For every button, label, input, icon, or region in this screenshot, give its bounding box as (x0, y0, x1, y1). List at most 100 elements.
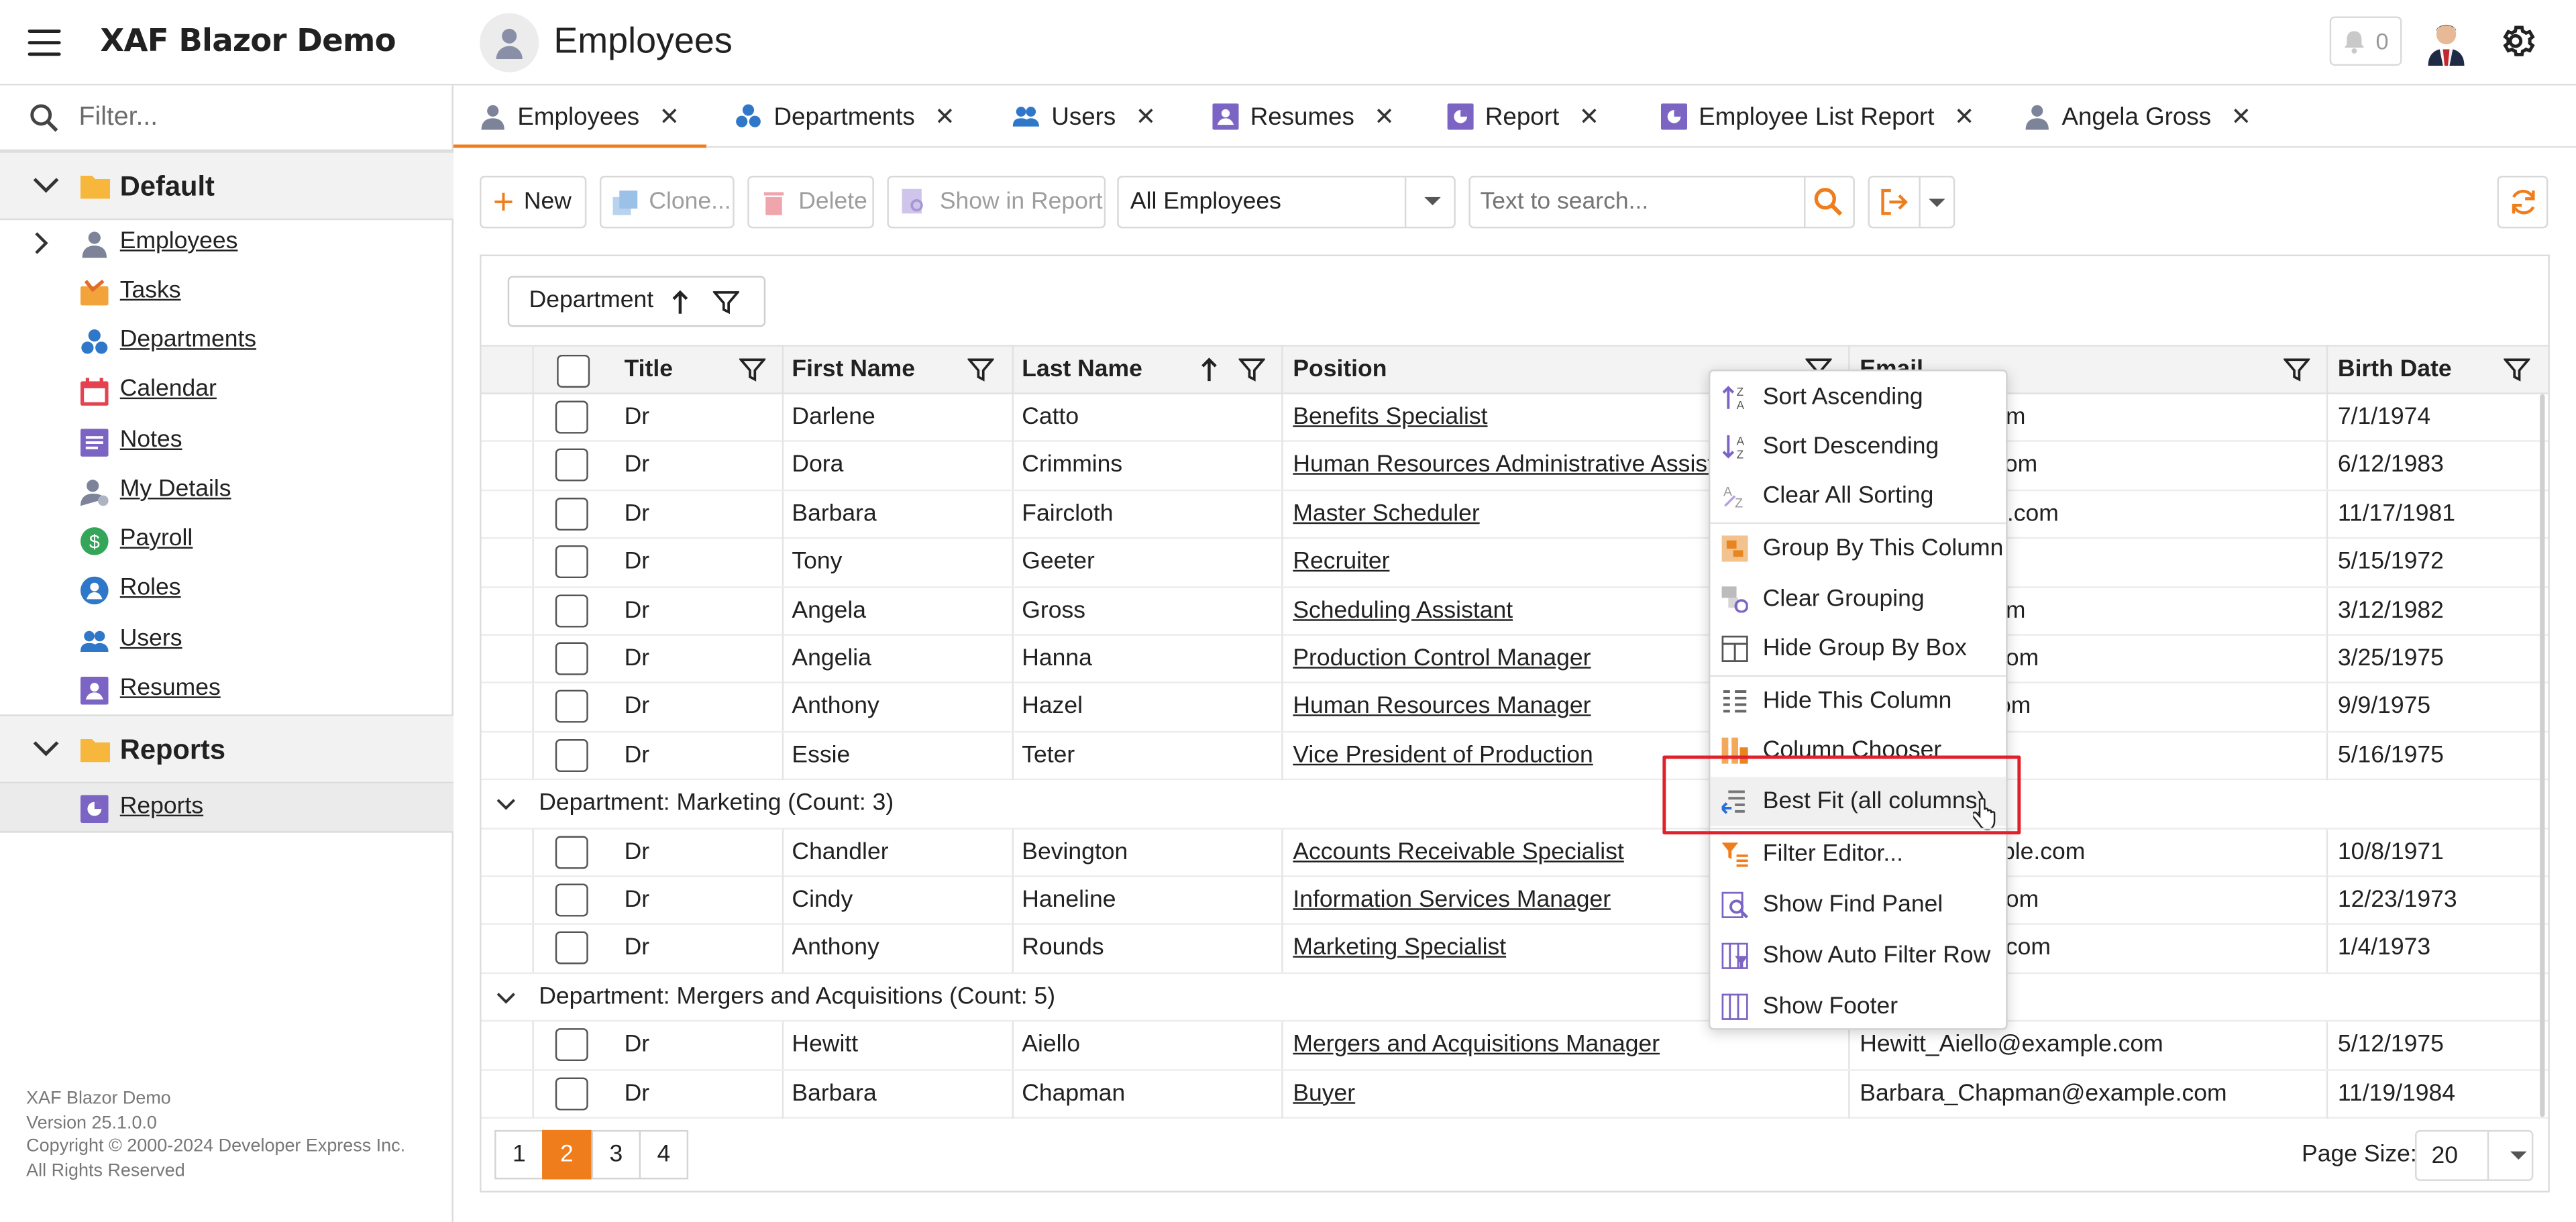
menu-item-filter-editor[interactable]: Filter Editor... (1710, 830, 2006, 879)
page-2-button[interactable]: 2 (542, 1129, 592, 1180)
row-checkbox[interactable] (555, 594, 588, 627)
filter-icon[interactable] (2504, 356, 2530, 382)
menu-item-group-by-this-column[interactable]: Group By This Column (1710, 524, 2006, 573)
close-icon[interactable]: ✕ (1954, 102, 1975, 131)
table-row[interactable]: Dr Barbara Chapman Buyer Barbara_Chapman@exa… (481, 1070, 2548, 1119)
menu-item-show-auto-filter-row[interactable]: Show Auto Filter Row (1710, 932, 2006, 981)
search-icon[interactable] (1814, 187, 1843, 217)
refresh-button[interactable] (2497, 176, 2548, 229)
table-row[interactable]: DrAnthonyHazelHuman Resources Managerl@e… (481, 683, 2548, 732)
nav-group-reports[interactable]: Reports (0, 714, 453, 784)
hamburger-menu-icon[interactable] (28, 30, 61, 56)
delete-button[interactable]: Delete (747, 176, 874, 229)
column-header-last-name[interactable]: Last Name (1022, 345, 1281, 394)
grid-scrollbar[interactable] (2540, 394, 2545, 1117)
table-row[interactable]: Dr Essie Teter Vice President of Production… (481, 732, 2548, 781)
tab-resumes[interactable]: Resumes ✕ (1212, 85, 1395, 148)
position-link[interactable]: Recruiter (1293, 549, 1389, 575)
select-all-checkbox[interactable] (557, 354, 590, 388)
nav-item-notes[interactable]: Notes (0, 417, 453, 466)
page-size-select[interactable]: 20 (2415, 1129, 2534, 1181)
row-checkbox[interactable] (555, 400, 588, 434)
nav-item-roles[interactable]: Roles (0, 565, 453, 614)
row-checkbox[interactable] (555, 545, 588, 579)
page-4-button[interactable]: 4 (639, 1129, 689, 1180)
nav-item-reports[interactable]: Reports (0, 783, 453, 833)
notifications-button[interactable]: 0 (2329, 16, 2402, 66)
nav-item-users[interactable]: Users (0, 616, 453, 665)
filter-icon[interactable] (2284, 356, 2310, 382)
table-row[interactable]: DrAngelaGrossScheduling Assistant@exampl… (481, 587, 2548, 636)
table-row[interactable]: Dr Hewitt Aiello Mergers and Acquisitions M… (481, 1021, 2548, 1070)
column-header-first-name[interactable]: First Name (792, 345, 1012, 394)
position-link[interactable]: Buyer (1293, 1080, 1355, 1106)
nav-item-resumes[interactable]: Resumes (0, 665, 453, 714)
row-checkbox[interactable] (555, 1076, 588, 1110)
new-button[interactable]: + New (480, 176, 587, 229)
menu-item-clear-all-sorting[interactable]: AZ Clear All Sorting (1710, 471, 2006, 520)
row-checkbox[interactable] (555, 642, 588, 675)
close-icon[interactable]: ✕ (934, 102, 955, 131)
position-link[interactable]: Mergers and Acquisitions Manager (1293, 1032, 1660, 1058)
nav-item-departments[interactable]: Departments (0, 317, 453, 366)
close-icon[interactable]: ✕ (2231, 102, 2251, 131)
nav-item-payroll[interactable]: $ Payroll (0, 516, 453, 565)
row-checkbox[interactable] (555, 1028, 588, 1062)
sidebar-filter-input[interactable] (78, 100, 408, 137)
position-link[interactable]: Marketing Specialist (1293, 935, 1506, 961)
menu-item-hide-group-by-box[interactable]: Hide Group By Box (1710, 624, 2006, 673)
search-input[interactable] (1480, 188, 1803, 215)
row-checkbox[interactable] (555, 932, 588, 965)
user-avatar[interactable] (2425, 19, 2468, 66)
table-row[interactable]: Dr Angelia Hanna Production Control Manager… (481, 635, 2548, 684)
tab-employees[interactable]: Employees ✕ (480, 85, 680, 148)
nav-group-default[interactable]: Default (0, 151, 453, 221)
position-link[interactable]: Scheduling Assistant (1293, 597, 1513, 623)
group-panel-chip[interactable]: Department (507, 276, 766, 327)
table-row[interactable]: Dr Dora Crimmins Human Resources Administra… (481, 442, 2548, 491)
nav-item-tasks[interactable]: Tasks (0, 268, 453, 317)
sort-up-arrow-icon[interactable] (1201, 356, 1217, 382)
show-in-report-button[interactable]: Show in Report (887, 176, 1106, 229)
position-link[interactable]: Human Resources Administrative Assista (1293, 452, 1727, 478)
position-link[interactable]: Information Services Manager (1293, 887, 1611, 913)
row-checkbox[interactable] (555, 883, 588, 917)
table-row[interactable]: Dr Cindy Haneline Information Services Mana… (481, 877, 2548, 926)
position-link[interactable]: Production Control Manager (1293, 645, 1591, 671)
chevron-down-icon[interactable] (496, 992, 516, 1005)
settings-gear-icon[interactable] (2500, 23, 2536, 59)
page-3-button[interactable]: 3 (591, 1129, 641, 1180)
table-row[interactable]: DrTonyGeeterRecruiterexample.com5/15/197… (481, 539, 2548, 588)
column-header-birth-date[interactable]: Birth Date (2338, 345, 2548, 394)
caret-down-icon[interactable] (1927, 197, 1947, 211)
menu-item-show-footer[interactable]: Show Footer (1710, 983, 2006, 1032)
table-row[interactable]: Dr Chandler Bevington Accounts Receivable S… (481, 828, 2548, 877)
nav-item-employees[interactable]: Employees (0, 219, 453, 268)
export-button[interactable] (1868, 176, 1955, 229)
row-checkbox[interactable] (555, 497, 588, 531)
filter-icon[interactable] (712, 289, 740, 315)
table-row[interactable]: DrAnthonyRoundsMarketing Specialistds@ex… (481, 925, 2548, 974)
nav-item-my-details[interactable]: My Details (0, 467, 453, 516)
close-icon[interactable]: ✕ (1579, 102, 1600, 131)
close-icon[interactable]: ✕ (1136, 102, 1157, 131)
table-row[interactable]: DrBarbaraFairclothMaster Scheduleroth@ex… (481, 490, 2548, 539)
filter-icon[interactable] (1238, 356, 1265, 382)
position-link[interactable]: Accounts Receivable Specialist (1293, 838, 1623, 865)
clone-button[interactable]: Clone... (599, 176, 735, 229)
close-icon[interactable]: ✕ (1374, 102, 1395, 131)
row-checkbox[interactable] (555, 835, 588, 869)
menu-item-clear-grouping[interactable]: Clear Grouping (1710, 575, 2006, 624)
menu-item-hide-this-column[interactable]: Hide This Column (1710, 677, 2006, 726)
group-row[interactable]: Department: Mergers and Acquisitions (Co… (481, 973, 2548, 1022)
sort-up-arrow-icon[interactable] (672, 289, 688, 315)
page-1-button[interactable]: 1 (494, 1129, 544, 1180)
tab-employee-list-report[interactable]: Employee List Report ✕ (1660, 85, 1975, 148)
position-link[interactable]: Benefits Specialist (1293, 404, 1487, 430)
row-checkbox[interactable] (555, 738, 588, 772)
row-checkbox[interactable] (555, 449, 588, 482)
filter-icon[interactable] (967, 356, 994, 382)
close-icon[interactable]: ✕ (659, 102, 680, 131)
chevron-down-icon[interactable] (496, 799, 516, 812)
position-link[interactable]: Master Scheduler (1293, 500, 1479, 526)
